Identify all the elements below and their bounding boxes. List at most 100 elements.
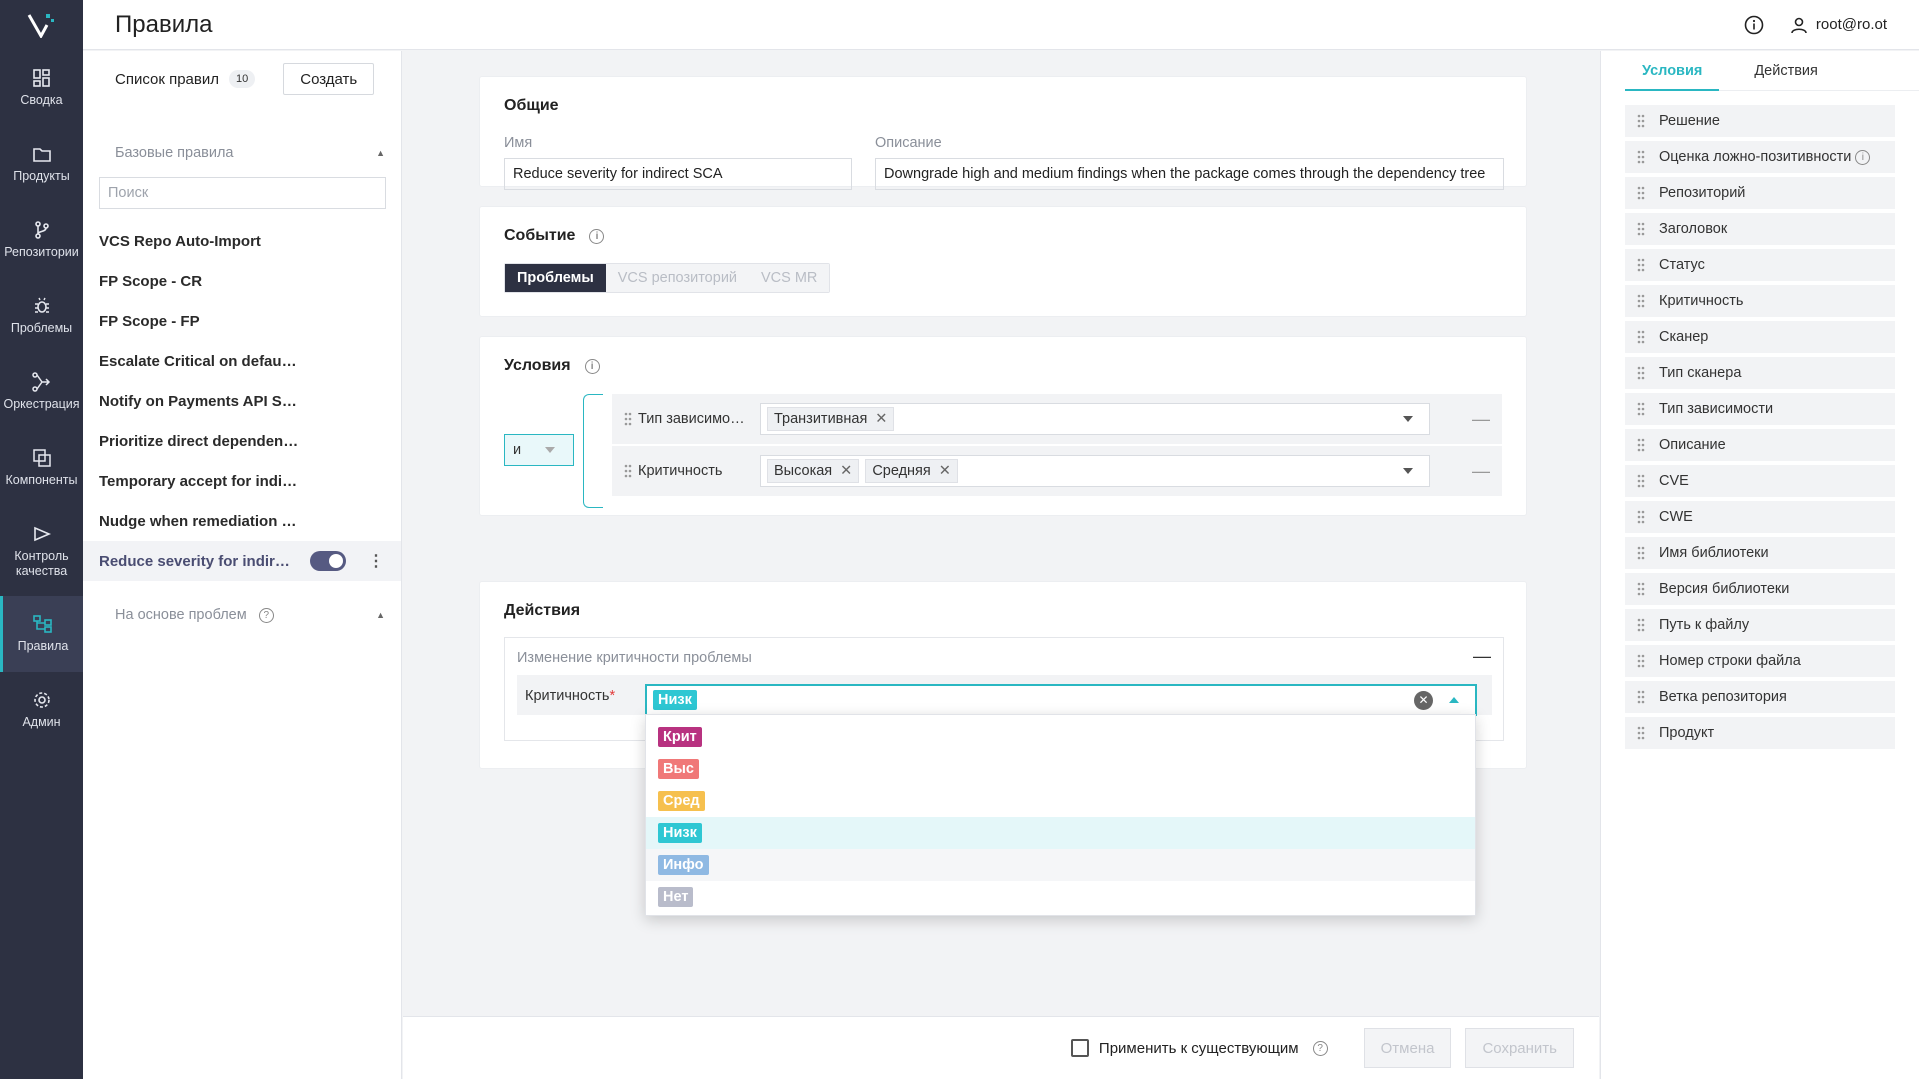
severity-option[interactable]: Выс — [646, 753, 1475, 785]
group-base-rules[interactable]: Базовые правила ▲ — [83, 133, 401, 173]
drag-handle-icon[interactable] — [1637, 582, 1645, 596]
rule-item[interactable]: Escalate Critical on default br... — [83, 341, 401, 381]
nav-item-quality[interactable]: Контроль качества — [0, 506, 83, 596]
tab-actions[interactable]: Действия — [1737, 51, 1835, 90]
condition-value-select[interactable]: Высокая ✕ Средняя ✕ — [760, 455, 1430, 487]
drag-handle-icon[interactable] — [1637, 510, 1645, 524]
nav-item-dashboard[interactable]: Сводка — [0, 50, 83, 126]
rule-item[interactable]: Nudge when remediation is kn... — [83, 501, 401, 541]
rule-item[interactable]: FP Scope - CR — [83, 261, 401, 301]
palette-field[interactable]: CWE — [1625, 501, 1895, 533]
rule-enabled-toggle[interactable] — [310, 551, 346, 571]
palette-field[interactable]: Версия библиотеки — [1625, 573, 1895, 605]
palette-field[interactable]: Тип зависимости — [1625, 393, 1895, 425]
drag-handle-icon[interactable] — [1637, 330, 1645, 344]
palette-field[interactable]: Репозиторий — [1625, 177, 1895, 209]
rules-search-input[interactable] — [99, 177, 386, 209]
severity-select[interactable]: Низк ✕ — [645, 684, 1477, 716]
drag-handle-icon[interactable] — [624, 412, 632, 426]
severity-option-selected[interactable]: Низк — [646, 817, 1475, 849]
palette-field[interactable]: Оценка ложно-позитивности i — [1625, 141, 1895, 173]
palette-field[interactable]: Статус — [1625, 249, 1895, 281]
apply-existing-checkbox[interactable]: Применить к существующим ? — [1070, 1039, 1328, 1057]
nav-item-products[interactable]: Продукты — [0, 126, 83, 202]
rule-item[interactable]: Notify on Payments API SCA c... — [83, 381, 401, 421]
nav-item-issues[interactable]: Проблемы — [0, 278, 83, 354]
drag-handle-icon[interactable] — [1637, 114, 1645, 128]
rule-item[interactable]: VCS Repo Auto-Import — [83, 221, 401, 261]
clear-icon[interactable]: ✕ — [1414, 690, 1433, 710]
more-vertical-icon[interactable]: ⋮ — [368, 551, 384, 571]
severity-option[interactable]: Сред — [646, 785, 1475, 817]
drag-handle-icon[interactable] — [624, 464, 632, 478]
rule-item[interactable]: Temporary accept for indirect ... — [83, 461, 401, 501]
info-icon[interactable]: i — [589, 228, 605, 244]
cancel-button[interactable]: Отмена — [1363, 1028, 1452, 1068]
palette-field[interactable]: Номер строки файла — [1625, 645, 1895, 677]
tab-conditions[interactable]: Условия — [1625, 51, 1720, 91]
condition-value-select[interactable]: Транзитивная ✕ — [760, 403, 1430, 435]
help-icon[interactable]: ? — [1312, 1040, 1328, 1056]
palette-field[interactable]: CVE — [1625, 465, 1895, 497]
rule-item-selected[interactable]: Reduce severity for indirect S... ⋮ — [83, 541, 401, 581]
remove-condition-button[interactable]: — — [1472, 409, 1490, 430]
drag-handle-icon[interactable] — [1637, 366, 1645, 380]
palette-field[interactable]: Путь к файлу — [1625, 609, 1895, 641]
remove-condition-button[interactable]: — — [1472, 461, 1490, 482]
info-icon[interactable] — [1744, 15, 1764, 35]
checkbox[interactable] — [1070, 1039, 1089, 1057]
drag-handle-icon[interactable] — [1637, 438, 1645, 452]
palette-field[interactable]: Ветка репозитория — [1625, 681, 1895, 713]
severity-option[interactable]: Инфо — [646, 849, 1475, 881]
nav-item-components[interactable]: Компоненты — [0, 430, 83, 506]
name-input[interactable]: Reduce severity for indirect SCA — [504, 158, 852, 190]
nav-item-admin[interactable]: Админ — [0, 672, 83, 748]
palette-field[interactable]: Тип сканера — [1625, 357, 1895, 389]
drag-handle-icon[interactable] — [1637, 726, 1645, 740]
close-icon[interactable]: ✕ — [840, 463, 852, 479]
group-issue-rules[interactable]: На основе проблем? ▲ — [83, 595, 401, 635]
palette-field-label: Тип сканера — [1659, 365, 1742, 381]
rule-item[interactable]: FP Scope - FP — [83, 301, 401, 341]
user-menu[interactable]: root@ro.ot — [1790, 16, 1887, 34]
drag-handle-icon[interactable] — [1637, 474, 1645, 488]
drag-handle-icon[interactable] — [1637, 222, 1645, 236]
close-icon[interactable]: ✕ — [875, 411, 887, 427]
drag-handle-icon[interactable] — [1637, 690, 1645, 704]
info-icon[interactable]: i — [1855, 149, 1871, 165]
description-input[interactable]: Downgrade high and medium findings when … — [875, 158, 1504, 190]
palette-field[interactable]: Решение — [1625, 105, 1895, 137]
drag-handle-icon[interactable] — [1637, 402, 1645, 416]
logo[interactable] — [0, 0, 83, 50]
help-icon[interactable]: ? — [258, 607, 274, 623]
close-icon[interactable]: ✕ — [939, 463, 951, 479]
drag-handle-icon[interactable] — [1637, 186, 1645, 200]
save-button[interactable]: Сохранить — [1465, 1028, 1574, 1068]
nav-item-rules[interactable]: Правила — [0, 596, 83, 672]
nav-label: Репозитории — [4, 245, 79, 259]
remove-action-button[interactable]: — — [1473, 646, 1491, 667]
palette-field[interactable]: Описание — [1625, 429, 1895, 461]
info-icon[interactable]: i — [584, 358, 600, 374]
create-rule-button[interactable]: Создать — [283, 63, 375, 95]
event-option-vcs-repo[interactable]: VCS репозиторий — [605, 264, 750, 292]
event-option-issues[interactable]: Проблемы — [505, 264, 606, 292]
severity-option[interactable]: Нет — [646, 881, 1475, 913]
rule-item[interactable]: Prioritize direct dependency fi... — [83, 421, 401, 461]
event-option-vcs-mr[interactable]: VCS MR — [749, 264, 830, 292]
drag-handle-icon[interactable] — [1637, 150, 1645, 164]
logic-operator-select[interactable]: и — [504, 434, 574, 466]
palette-field[interactable]: Критичность — [1625, 285, 1895, 317]
drag-handle-icon[interactable] — [1637, 294, 1645, 308]
palette-field[interactable]: Заголовок — [1625, 213, 1895, 245]
palette-field[interactable]: Сканер — [1625, 321, 1895, 353]
nav-item-repos[interactable]: Репозитории — [0, 202, 83, 278]
drag-handle-icon[interactable] — [1637, 258, 1645, 272]
drag-handle-icon[interactable] — [1637, 618, 1645, 632]
severity-option[interactable]: Крит — [646, 721, 1475, 753]
palette-field[interactable]: Имя библиотеки — [1625, 537, 1895, 569]
drag-handle-icon[interactable] — [1637, 654, 1645, 668]
drag-handle-icon[interactable] — [1637, 546, 1645, 560]
nav-item-orchestration[interactable]: Оркестрация — [0, 354, 83, 430]
palette-field[interactable]: Продукт — [1625, 717, 1895, 749]
